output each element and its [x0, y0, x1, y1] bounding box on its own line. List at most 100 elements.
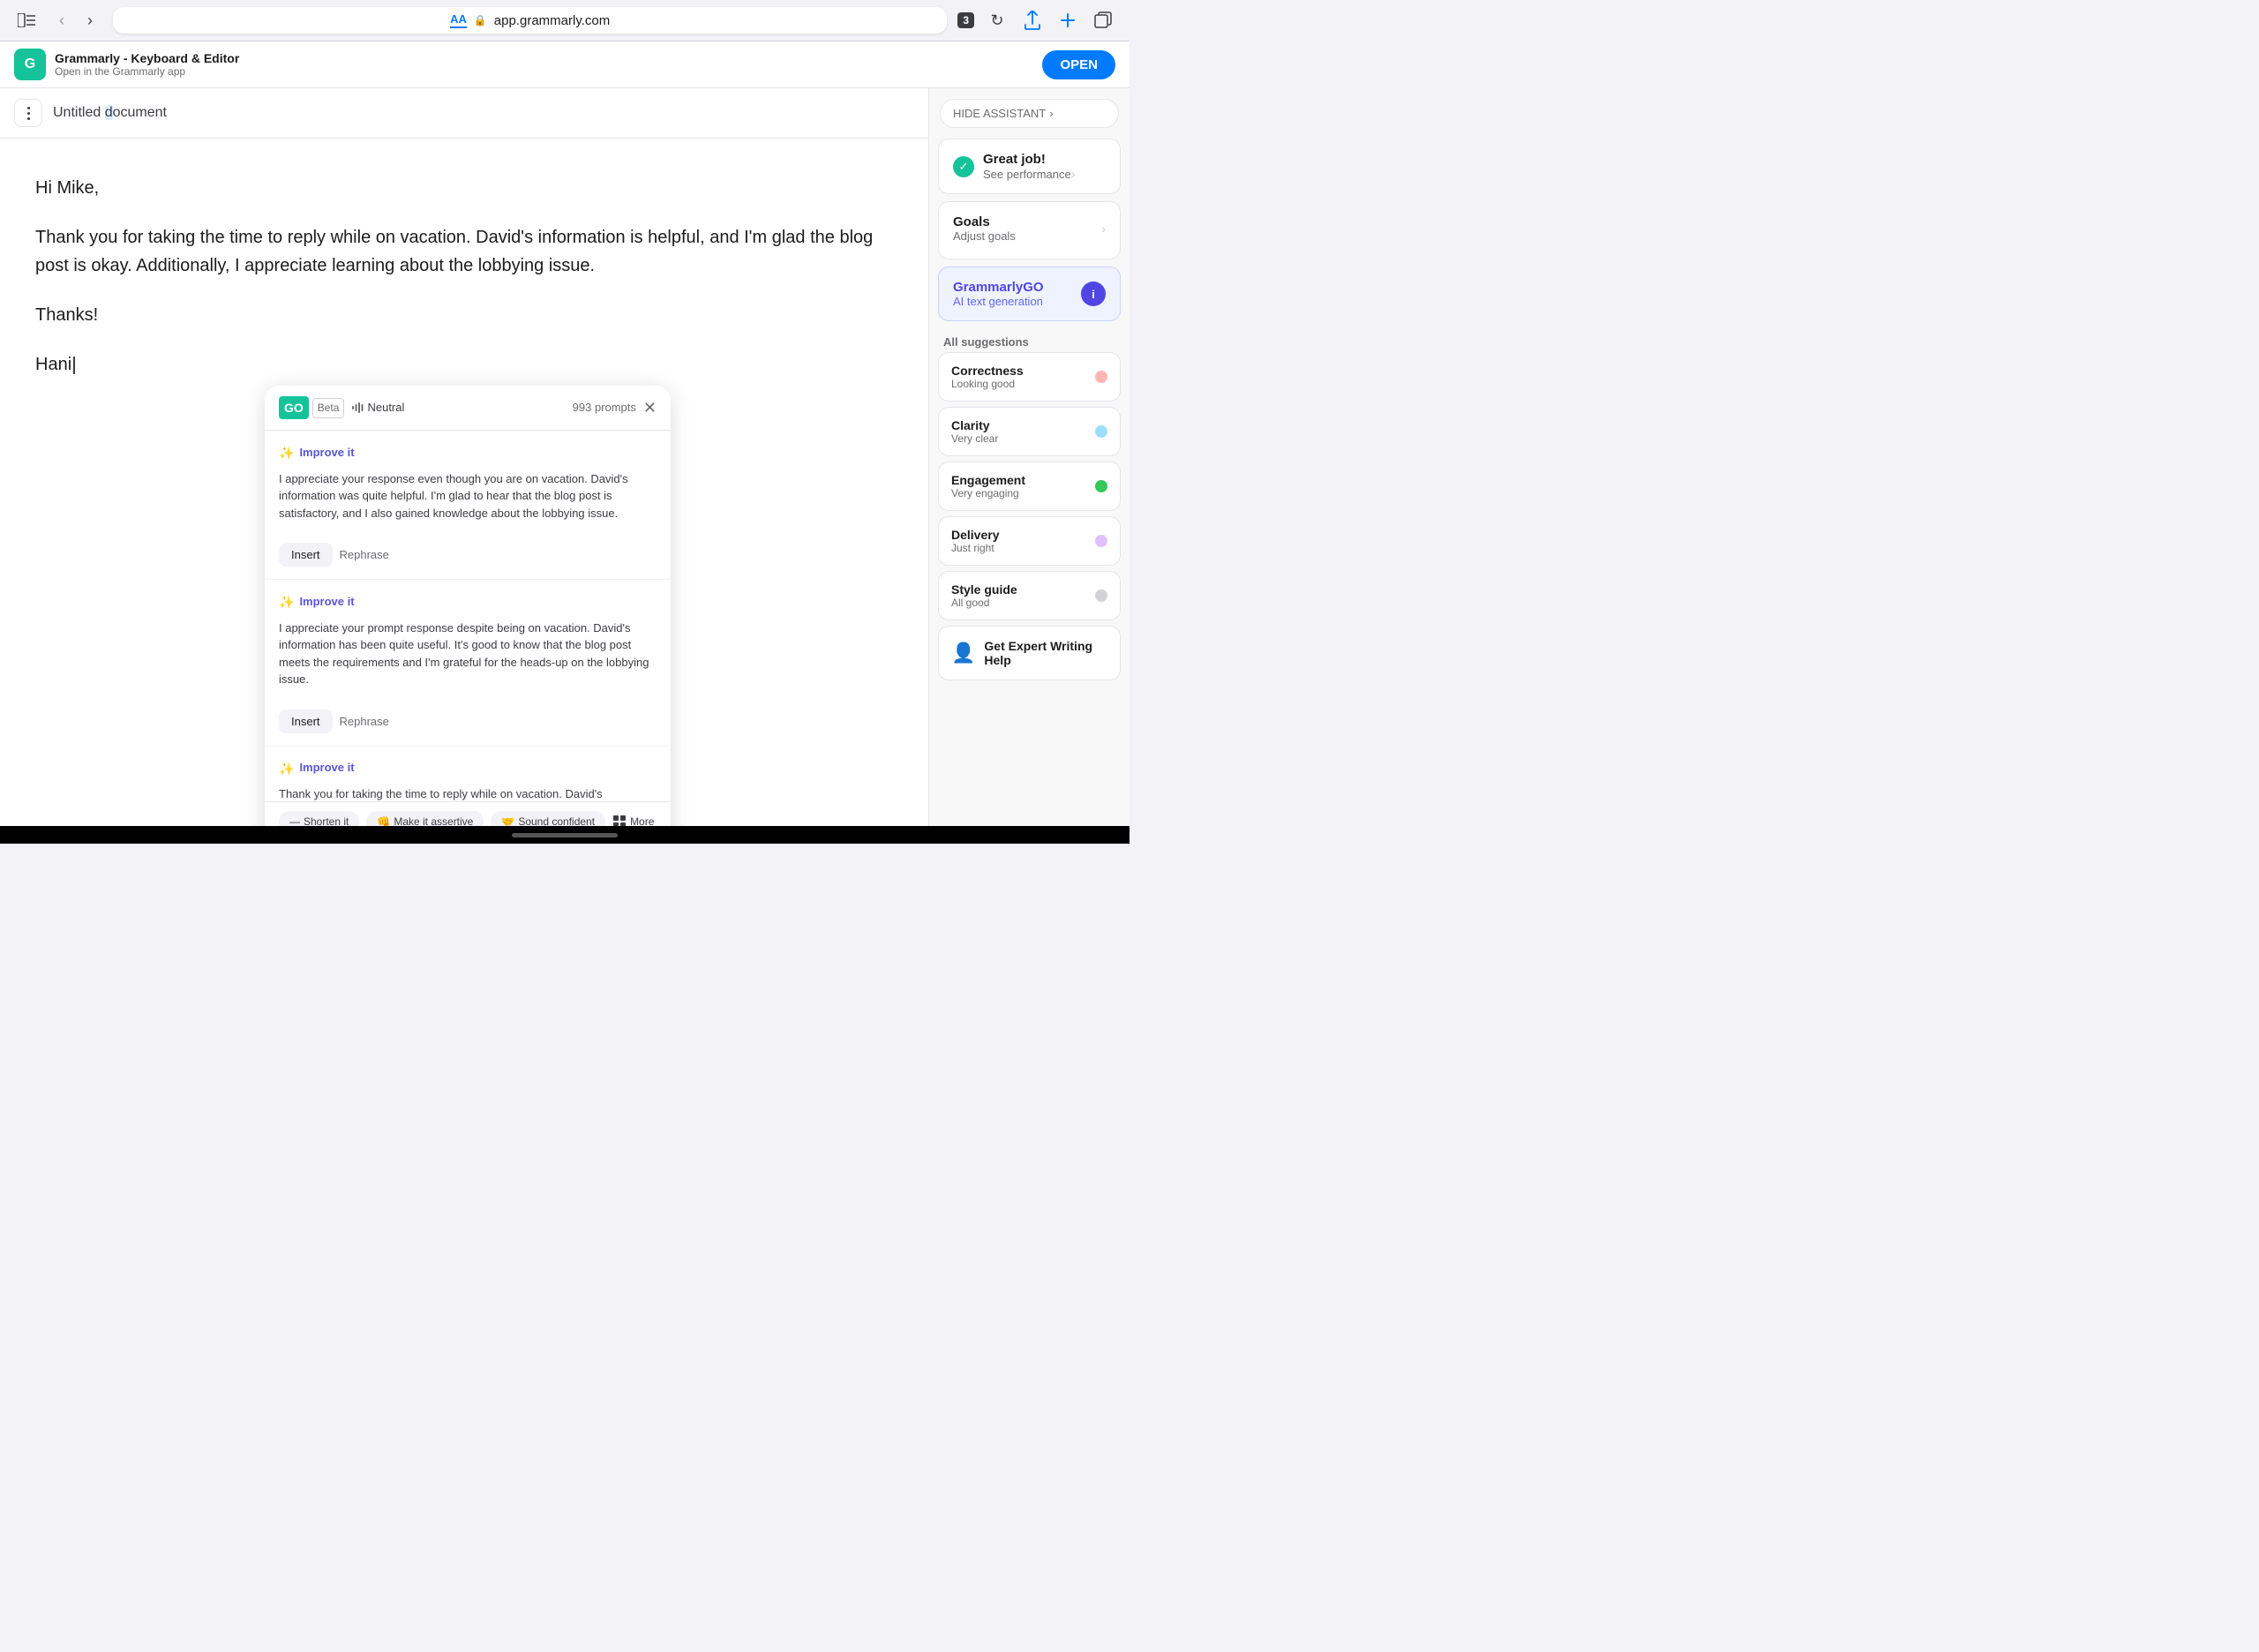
text-cursor [73, 357, 75, 374]
style-guide-row: Style guide All good [951, 582, 1107, 609]
expert-writing-icon: 👤 [951, 642, 975, 665]
improve-label-1: Improve it [299, 444, 354, 462]
clarity-sub: Very clear [951, 432, 998, 445]
signature-text: Hani [35, 350, 893, 379]
main-layout: Untitled document Hi Mike, Thank you for… [0, 88, 1130, 826]
sidebar-toggle-button[interactable] [14, 8, 39, 33]
rephrase-button-2[interactable]: Rephrase [340, 715, 389, 728]
go-popup-header: GO Beta Neutral [265, 386, 671, 431]
app-bar: G Grammarly - Keyboard & Editor Open in … [0, 41, 1130, 88]
sparkle-icon-2: ✨ [279, 592, 294, 612]
suggestion-actions-2: Insert Rephrase [279, 710, 657, 733]
share-button[interactable] [1020, 8, 1045, 33]
suggestion-actions-1: Insert Rephrase [279, 543, 657, 567]
correctness-title: Correctness [951, 364, 1024, 378]
grammarly-go-row: GrammarlyGO AI text generation i [953, 280, 1106, 308]
goals-title-label: Goals Adjust goals [953, 214, 1016, 243]
rephrase-button-1[interactable]: Rephrase [340, 548, 389, 561]
more-label: More [630, 815, 654, 826]
confident-label: Sound confident [518, 815, 595, 826]
go-suggestion-1: ✨ Improve it I appreciate your response … [265, 431, 671, 580]
menu-dots-icon [27, 107, 30, 120]
delivery-text-group: Delivery Just right [951, 528, 999, 554]
see-performance-label: See performance [983, 168, 1071, 181]
correctness-sub: Looking good [951, 378, 1024, 390]
goals-row: Goals Adjust goals › [953, 214, 1106, 243]
assertive-icon: 👊 [377, 815, 390, 826]
style-guide-text-group: Style guide All good [951, 582, 1017, 609]
expert-writing-title: Get Expert Writing Help [984, 639, 1107, 667]
delivery-row: Delivery Just right [951, 528, 1107, 554]
chevron-right-icon-perf: › [1071, 167, 1076, 181]
reload-button[interactable]: ↻ [985, 8, 1009, 33]
browser-actions: 3 ↻ [957, 8, 1115, 33]
grammarly-go-info-button[interactable]: i [1081, 282, 1106, 306]
prompts-count: 993 prompts [573, 399, 636, 417]
document-title: Untitled document [53, 105, 167, 121]
document-area: Untitled document Hi Mike, Thank you for… [0, 88, 928, 826]
insert-button-1[interactable]: Insert [279, 543, 333, 567]
goals-chevron-icon: › [1101, 222, 1106, 236]
clarity-title: Clarity [951, 418, 998, 432]
menu-button[interactable] [14, 99, 42, 127]
tab-count[interactable]: 3 [957, 12, 974, 28]
engagement-title: Engagement [951, 473, 1025, 487]
shorten-icon: — [289, 815, 300, 826]
engagement-dot [1095, 480, 1107, 492]
correctness-item[interactable]: Correctness Looking good [938, 352, 1121, 402]
expert-writing-section[interactable]: 👤 Get Expert Writing Help [938, 626, 1121, 680]
shorten-it-chip[interactable]: — Shorten it [279, 811, 359, 826]
delivery-dot [1095, 535, 1107, 547]
home-indicator [512, 833, 618, 837]
url-text: app.grammarly.com [494, 13, 610, 28]
browser-bar: ‹ › AA 🔒 app.grammarly.com 3 ↻ [0, 0, 1130, 41]
url-bar[interactable]: AA 🔒 app.grammarly.com [113, 7, 947, 34]
expert-writing-text-group: Get Expert Writing Help [984, 639, 1107, 667]
chevron-right-icon: › [1049, 107, 1053, 120]
text-size-control[interactable]: AA [450, 12, 467, 28]
open-app-button[interactable]: OPEN [1042, 50, 1115, 79]
forward-button[interactable]: › [78, 8, 102, 33]
suggestion-header-2: ✨ Improve it [279, 592, 657, 612]
see-performance-row: See performance › [983, 167, 1075, 181]
suggestion-header-3: ✨ Improve it [279, 759, 657, 778]
suggestion-text-2: I appreciate your prompt response despit… [279, 620, 657, 688]
tab-switcher-button[interactable] [1091, 8, 1115, 33]
grammarly-go-text-group: GrammarlyGO AI text generation [953, 280, 1044, 308]
more-chips-button[interactable]: More [612, 815, 654, 826]
sparkle-icon-1: ✨ [279, 443, 294, 462]
nav-buttons: ‹ › [49, 8, 102, 33]
goals-section[interactable]: Goals Adjust goals › [938, 201, 1121, 259]
hide-assistant-button[interactable]: HIDE ASSISTANT › [940, 99, 1119, 128]
suggestion-header-1: ✨ Improve it [279, 443, 657, 462]
confident-icon: 🤝 [501, 815, 514, 826]
style-guide-title: Style guide [951, 582, 1017, 597]
engagement-item[interactable]: Engagement Very engaging [938, 462, 1121, 511]
insert-button-2[interactable]: Insert [279, 710, 333, 733]
go-label: GO [279, 396, 309, 419]
go-suggestion-2: ✨ Improve it I appreciate your prompt re… [265, 580, 671, 746]
sound-confident-chip[interactable]: 🤝 Sound confident [491, 811, 605, 826]
great-job-section[interactable]: ✓ Great job! See performance › [938, 139, 1121, 194]
document-content[interactable]: Hi Mike, Thank you for taking the time t… [0, 139, 928, 826]
app-title-group: Grammarly - Keyboard & Editor Open in th… [55, 51, 239, 78]
correctness-row: Correctness Looking good [951, 364, 1107, 390]
grammarly-go-sub: AI text generation [953, 295, 1044, 308]
grammarly-go-section[interactable]: GrammarlyGO AI text generation i [938, 267, 1121, 321]
suggestion-text-3: Thank you for taking the time to reply w… [279, 785, 657, 801]
delivery-item[interactable]: Delivery Just right [938, 516, 1121, 566]
new-tab-button[interactable] [1055, 8, 1080, 33]
app-subtitle: Open in the Grammarly app [55, 65, 239, 78]
make-assertive-chip[interactable]: 👊 Make it assertive [366, 811, 484, 826]
clarity-item[interactable]: Clarity Very clear [938, 407, 1121, 456]
clarity-row: Clarity Very clear [951, 418, 1107, 445]
go-popup-close-button[interactable]: ✕ [643, 399, 657, 417]
back-button[interactable]: ‹ [49, 8, 74, 33]
doc-toolbar: Untitled document [0, 88, 928, 139]
greeting-text: Hi Mike, [35, 174, 893, 202]
app-info: G Grammarly - Keyboard & Editor Open in … [14, 49, 239, 80]
go-suggestions-scroll: ✨ Improve it I appreciate your response … [265, 431, 671, 801]
neutral-indicator: Neutral [351, 399, 404, 417]
hide-assistant-label: HIDE ASSISTANT [953, 107, 1046, 120]
style-guide-item[interactable]: Style guide All good [938, 571, 1121, 620]
